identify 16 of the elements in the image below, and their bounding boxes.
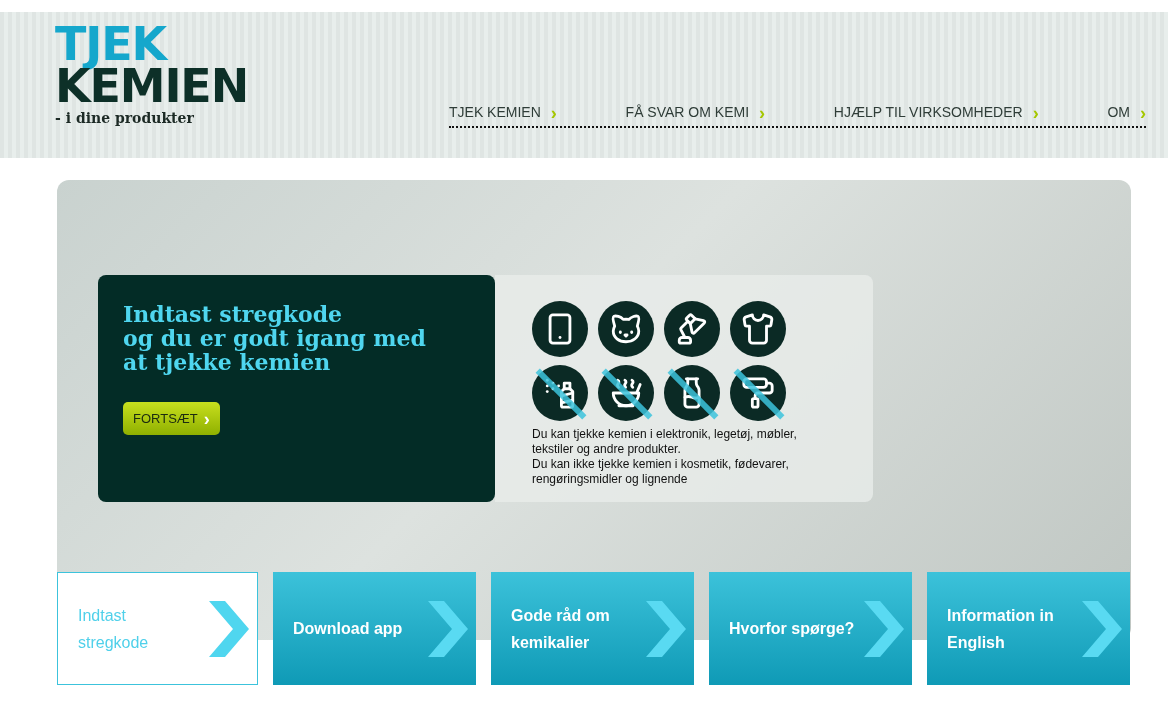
nav-link[interactable]: FÅ SVAR OM KEMI › (625, 102, 766, 123)
chevron-icon (1082, 600, 1122, 657)
continue-button[interactable]: FORTSÆT › (123, 402, 220, 435)
nav-link[interactable]: HJÆLP TIL VIRKSOMHEDER › (833, 102, 1039, 123)
hero-heading: at tjekke kemien (123, 350, 331, 374)
hero-heading: Indtast stregkode (123, 302, 343, 326)
nav-link[interactable]: OM › (1107, 102, 1146, 123)
logo-tagline: - i dine produkter (55, 109, 195, 128)
chevron-icon (864, 600, 904, 657)
chevron-icon (428, 600, 468, 657)
info-text: Du kan ikke tjekke kemien i kosmetik, fødevarer, rengøringsmidler og lignende (532, 457, 790, 487)
chevron-icon (209, 600, 249, 657)
chevron-icon (646, 600, 686, 657)
nav-link[interactable]: TJEK KEMIEN › (449, 102, 557, 123)
info-text: Du kan tjekke kemien i elektronik, legetøj, møbler, tekstiler og andre produkter. (532, 427, 798, 457)
hero-heading: og du er godt igang med (123, 326, 426, 350)
